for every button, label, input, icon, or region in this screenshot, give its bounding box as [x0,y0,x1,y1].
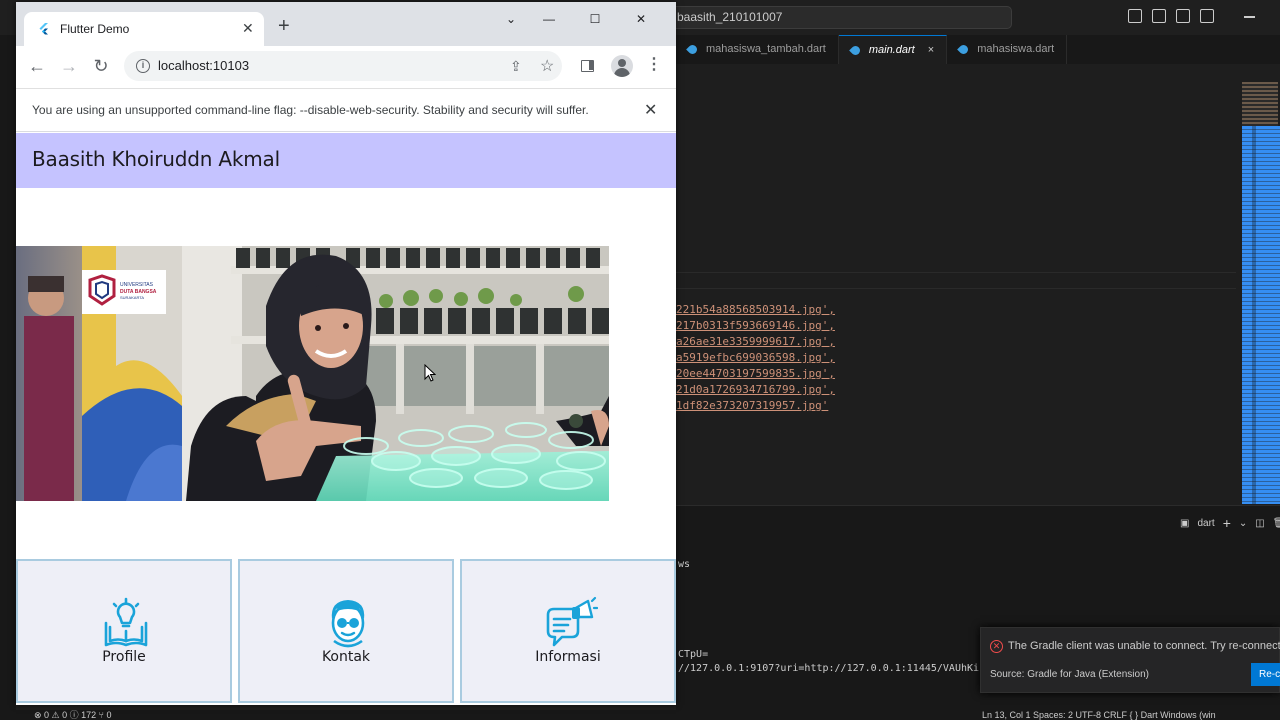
back-arrow-icon[interactable]: ← [26,55,48,77]
status-bar: ⊗ 0 ⚠ 0 ⓘ 172 ⑂ 0 Ln 13, Col 1 Spaces: 2… [0,710,1280,720]
bookmark-star-icon[interactable]: ☆ [540,56,554,76]
address-bar[interactable]: i localhost:10103 ⇪ ☆ [124,51,562,81]
tab-strip: Flutter Demo ✕ + ⌄ — ☐ ✕ [16,2,676,46]
minimize-button[interactable]: — [526,8,572,30]
browser-tab[interactable]: Flutter Demo ✕ [24,12,264,46]
problems-status[interactable]: ⊗ 0 ⚠ 0 ⓘ 172 ⑂ 0 [34,710,112,720]
share-icon[interactable]: ⇪ [510,58,522,75]
banner-photo-image: UNIVERSITAS DUTA BANGSA SURAKARTA [16,246,609,501]
editor-tab-label: main.dart [868,44,915,56]
terminal-line: CTpU= [678,649,709,660]
vscode-command-center[interactable]: baasith_210101007 [660,6,1012,29]
close-window-button[interactable]: ✕ [618,8,664,30]
editor-tab-main[interactable]: main.dart × [838,35,948,64]
terminal-icon[interactable]: ▣ [1180,518,1189,529]
close-icon[interactable]: × [928,44,934,56]
chrome-window: Flutter Demo ✕ + ⌄ — ☐ ✕ ← → ↻ i localho… [16,2,676,705]
app-bar: Baasith Khoiruddn Akmal [16,133,676,188]
error-icon: ✕ [990,640,1003,653]
forward-arrow-icon[interactable]: → [58,55,80,77]
terminal-line: //127.0.0.1:9107?uri=http://127.0.0.1:11… [678,663,980,674]
chevron-down-icon[interactable]: ⌄ [1239,518,1247,529]
informasi-card[interactable]: Informasi [460,559,676,703]
tab-title: Flutter Demo [60,22,130,36]
vscode-minimize-icon[interactable] [1244,16,1255,18]
kontak-card-label: Kontak [321,649,371,665]
editor-tab-label: mahasiswa.dart [977,43,1055,55]
profile-card-label: Profile [102,649,146,665]
code-line: a5919efbc699036598.jpg', [676,351,835,364]
editor-tab-label: mahasiswa_tambah.dart [706,43,826,55]
kontak-card[interactable]: Kontak [238,559,454,703]
chrome-menu-icon[interactable]: ⋮ [646,56,662,74]
terminal-profile-label[interactable]: dart [1197,518,1214,529]
code-line: 21d0a1726934716799.jpg', [676,383,835,396]
book-lightbulb-icon [104,597,148,647]
profile-avatar-icon[interactable] [611,55,633,77]
layout-toggle-icons[interactable] [1128,9,1214,23]
terminal-output: ws [678,559,691,570]
person-glasses-icon [331,600,365,648]
customize-layout-icon[interactable] [1200,9,1214,23]
delete-terminal-icon[interactable]: 🗑 [1273,518,1280,529]
toggle-panel-icon[interactable] [1152,9,1166,23]
minimap-code [1242,82,1278,126]
terminal-toolbar: ▣ dart + ⌄ ◫ 🗑 [1180,515,1280,531]
minimap[interactable] [1242,80,1280,505]
code-line: 1df82e373207319957.jpg' [676,399,829,412]
informasi-card-label: Informasi [535,649,601,665]
warning-infobar: You are using an unsupported command-lin… [16,88,676,132]
notification-message: The Gradle client was unable to connect.… [1008,640,1280,652]
mouse-cursor-icon [424,364,436,382]
infobar-message: You are using an unsupported command-lin… [32,103,589,117]
window-controls: ⌄ — ☐ ✕ [496,8,664,30]
megaphone-chat-icon [546,596,598,647]
reload-icon[interactable]: ↻ [90,55,112,77]
editor-tabs: mahasiswa_tambah.dart main.dart × mahasi… [676,35,1280,64]
code-line: 20ee44703197599835.jpg', [676,367,835,380]
logo-text: SURAKARTA [120,295,144,300]
dart-file-icon [848,44,862,57]
close-tab-icon[interactable]: ✕ [242,20,254,37]
side-panel-icon[interactable] [581,60,594,72]
dart-file-icon [957,43,971,56]
site-info-icon[interactable]: i [136,59,150,73]
reconnect-button[interactable]: Re-c [1251,663,1280,686]
profile-card[interactable]: Profile [16,559,232,703]
toggle-secondary-sidebar-icon[interactable] [1176,9,1190,23]
page-title: Baasith Khoiruddn Akmal [32,147,280,171]
code-line: 217b0313f593669146.jpg', [676,319,835,332]
maximize-button[interactable]: ☐ [572,8,618,30]
minimap-highlight [1242,126,1280,504]
flutter-logo-icon [39,23,48,35]
gradle-notification: ✕ The Gradle client was unable to connec… [980,627,1280,693]
tab-search-icon[interactable]: ⌄ [496,8,526,30]
editor-tab-mahasiswa[interactable]: mahasiswa.dart [947,35,1068,64]
editor-divider [676,272,1236,273]
split-terminal-icon[interactable]: ◫ [1255,518,1264,529]
editor-tab-mahasiswa-tambah[interactable]: mahasiswa_tambah.dart [676,35,839,64]
browser-toolbar: ← → ↻ i localhost:10103 ⇪ ☆ ⋮ [16,46,676,86]
add-terminal-icon[interactable]: + [1223,515,1231,531]
logo-text: UNIVERSITAS [120,282,154,288]
editor-status[interactable]: Ln 13, Col 1 Spaces: 2 UTF-8 CRLF { } Da… [982,710,1216,720]
code-line: 221b54a88568503914.jpg', [676,303,835,316]
close-icon[interactable]: ✕ [644,100,657,120]
editor-divider [676,288,1236,289]
dart-file-icon [686,43,699,56]
new-tab-button[interactable]: + [278,16,290,36]
toggle-sidebar-icon[interactable] [1128,9,1142,23]
code-editor[interactable]: 221b54a88568503914.jpg', 217b0313f593669… [676,302,835,414]
menu-cards: Profile Kontak Informasi [16,559,676,705]
terminal-output: CTpU= //127.0.0.1:9107?uri=http://127.0.… [678,648,979,676]
activity-bar [0,35,16,710]
url-text[interactable]: localhost:10103 [158,58,249,73]
banner-photo: UNIVERSITAS DUTA BANGSA SURAKARTA [16,246,609,501]
code-line: a26ae31e3359999617.jpg', [676,335,835,348]
notification-source: Source: Gradle for Java (Extension) [990,669,1149,680]
